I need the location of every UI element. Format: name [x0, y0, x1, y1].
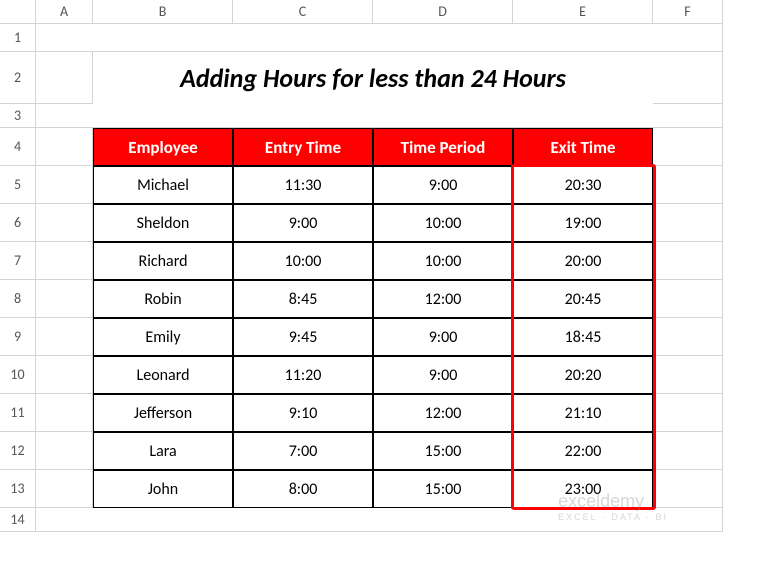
cell[interactable]: [653, 318, 723, 356]
table-cell[interactable]: 10:00: [373, 242, 513, 280]
row-header-13[interactable]: 13: [0, 470, 36, 508]
cell[interactable]: [653, 52, 723, 104]
cell[interactable]: [653, 128, 723, 166]
cell[interactable]: [36, 470, 93, 508]
spreadsheet-grid: A B C D E F 1 2 Adding Hours for less th…: [0, 0, 768, 532]
col-header-F[interactable]: F: [653, 0, 723, 24]
header-entry[interactable]: Entry Time: [233, 128, 373, 166]
header-period[interactable]: Time Period: [373, 128, 513, 166]
row-header-1[interactable]: 1: [0, 24, 36, 52]
table-cell[interactable]: 21:10: [513, 394, 653, 432]
row-header-6[interactable]: 6: [0, 204, 36, 242]
header-exit[interactable]: Exit Time: [513, 128, 653, 166]
table-cell[interactable]: 8:45: [233, 280, 373, 318]
cell[interactable]: [36, 356, 93, 394]
table-cell[interactable]: Lara: [93, 432, 233, 470]
table-cell[interactable]: 9:00: [373, 166, 513, 204]
cell[interactable]: [653, 242, 723, 280]
row-header-9[interactable]: 9: [0, 318, 36, 356]
header-employee[interactable]: Employee: [93, 128, 233, 166]
table-cell[interactable]: Robin: [93, 280, 233, 318]
cell[interactable]: [36, 24, 723, 52]
table-cell[interactable]: 22:00: [513, 432, 653, 470]
cell[interactable]: [36, 394, 93, 432]
table-cell[interactable]: John: [93, 470, 233, 508]
row-header-8[interactable]: 8: [0, 280, 36, 318]
cell[interactable]: [653, 394, 723, 432]
row-header-14[interactable]: 14: [0, 508, 36, 532]
table-cell[interactable]: 11:30: [233, 166, 373, 204]
table-cell[interactable]: 12:00: [373, 280, 513, 318]
table-cell[interactable]: Jefferson: [93, 394, 233, 432]
watermark-text: exceldemy: [558, 491, 644, 511]
cell[interactable]: [36, 52, 93, 104]
row-header-7[interactable]: 7: [0, 242, 36, 280]
col-header-E[interactable]: E: [513, 0, 653, 24]
cell[interactable]: [36, 204, 93, 242]
cell[interactable]: [653, 166, 723, 204]
col-header-A[interactable]: A: [36, 0, 93, 24]
table-cell[interactable]: 9:00: [373, 356, 513, 394]
col-header-D[interactable]: D: [373, 0, 513, 24]
cell[interactable]: [36, 242, 93, 280]
table-cell[interactable]: Sheldon: [93, 204, 233, 242]
corner-cell: [0, 0, 36, 24]
page-title: Adding Hours for less than 24 Hours: [93, 52, 653, 104]
table-cell[interactable]: 9:00: [233, 204, 373, 242]
table-cell[interactable]: 9:45: [233, 318, 373, 356]
cell[interactable]: [653, 204, 723, 242]
table-cell[interactable]: 9:00: [373, 318, 513, 356]
table-cell[interactable]: 20:45: [513, 280, 653, 318]
row-header-5[interactable]: 5: [0, 166, 36, 204]
table-cell[interactable]: 10:00: [233, 242, 373, 280]
cell[interactable]: [36, 280, 93, 318]
table-cell[interactable]: Emily: [93, 318, 233, 356]
row-header-2[interactable]: 2: [0, 52, 36, 104]
table-cell[interactable]: 20:00: [513, 242, 653, 280]
cell[interactable]: [36, 128, 93, 166]
table-cell[interactable]: 20:30: [513, 166, 653, 204]
table-cell[interactable]: Michael: [93, 166, 233, 204]
row-header-3[interactable]: 3: [0, 104, 36, 128]
table-cell[interactable]: 10:00: [373, 204, 513, 242]
watermark-sub: EXCEL · DATA · BI: [558, 512, 668, 522]
table-cell[interactable]: 15:00: [373, 432, 513, 470]
cell[interactable]: [36, 166, 93, 204]
table-cell[interactable]: 11:20: [233, 356, 373, 394]
table-cell[interactable]: Leonard: [93, 356, 233, 394]
col-header-B[interactable]: B: [93, 0, 233, 24]
table-cell[interactable]: 15:00: [373, 470, 513, 508]
row-header-11[interactable]: 11: [0, 394, 36, 432]
table-cell[interactable]: 19:00: [513, 204, 653, 242]
table-cell[interactable]: 18:45: [513, 318, 653, 356]
table-cell[interactable]: 8:00: [233, 470, 373, 508]
row-header-4[interactable]: 4: [0, 128, 36, 166]
table-cell[interactable]: 9:10: [233, 394, 373, 432]
cell[interactable]: [36, 318, 93, 356]
cell[interactable]: [36, 104, 723, 128]
watermark: exceldemy EXCEL · DATA · BI: [558, 491, 668, 522]
table-cell[interactable]: 7:00: [233, 432, 373, 470]
row-header-10[interactable]: 10: [0, 356, 36, 394]
table-cell[interactable]: Richard: [93, 242, 233, 280]
cell[interactable]: [653, 432, 723, 470]
cell[interactable]: [653, 280, 723, 318]
cell[interactable]: [36, 432, 93, 470]
table-cell[interactable]: 20:20: [513, 356, 653, 394]
cell[interactable]: [653, 356, 723, 394]
table-cell[interactable]: 12:00: [373, 394, 513, 432]
col-header-C[interactable]: C: [233, 0, 373, 24]
row-header-12[interactable]: 12: [0, 432, 36, 470]
